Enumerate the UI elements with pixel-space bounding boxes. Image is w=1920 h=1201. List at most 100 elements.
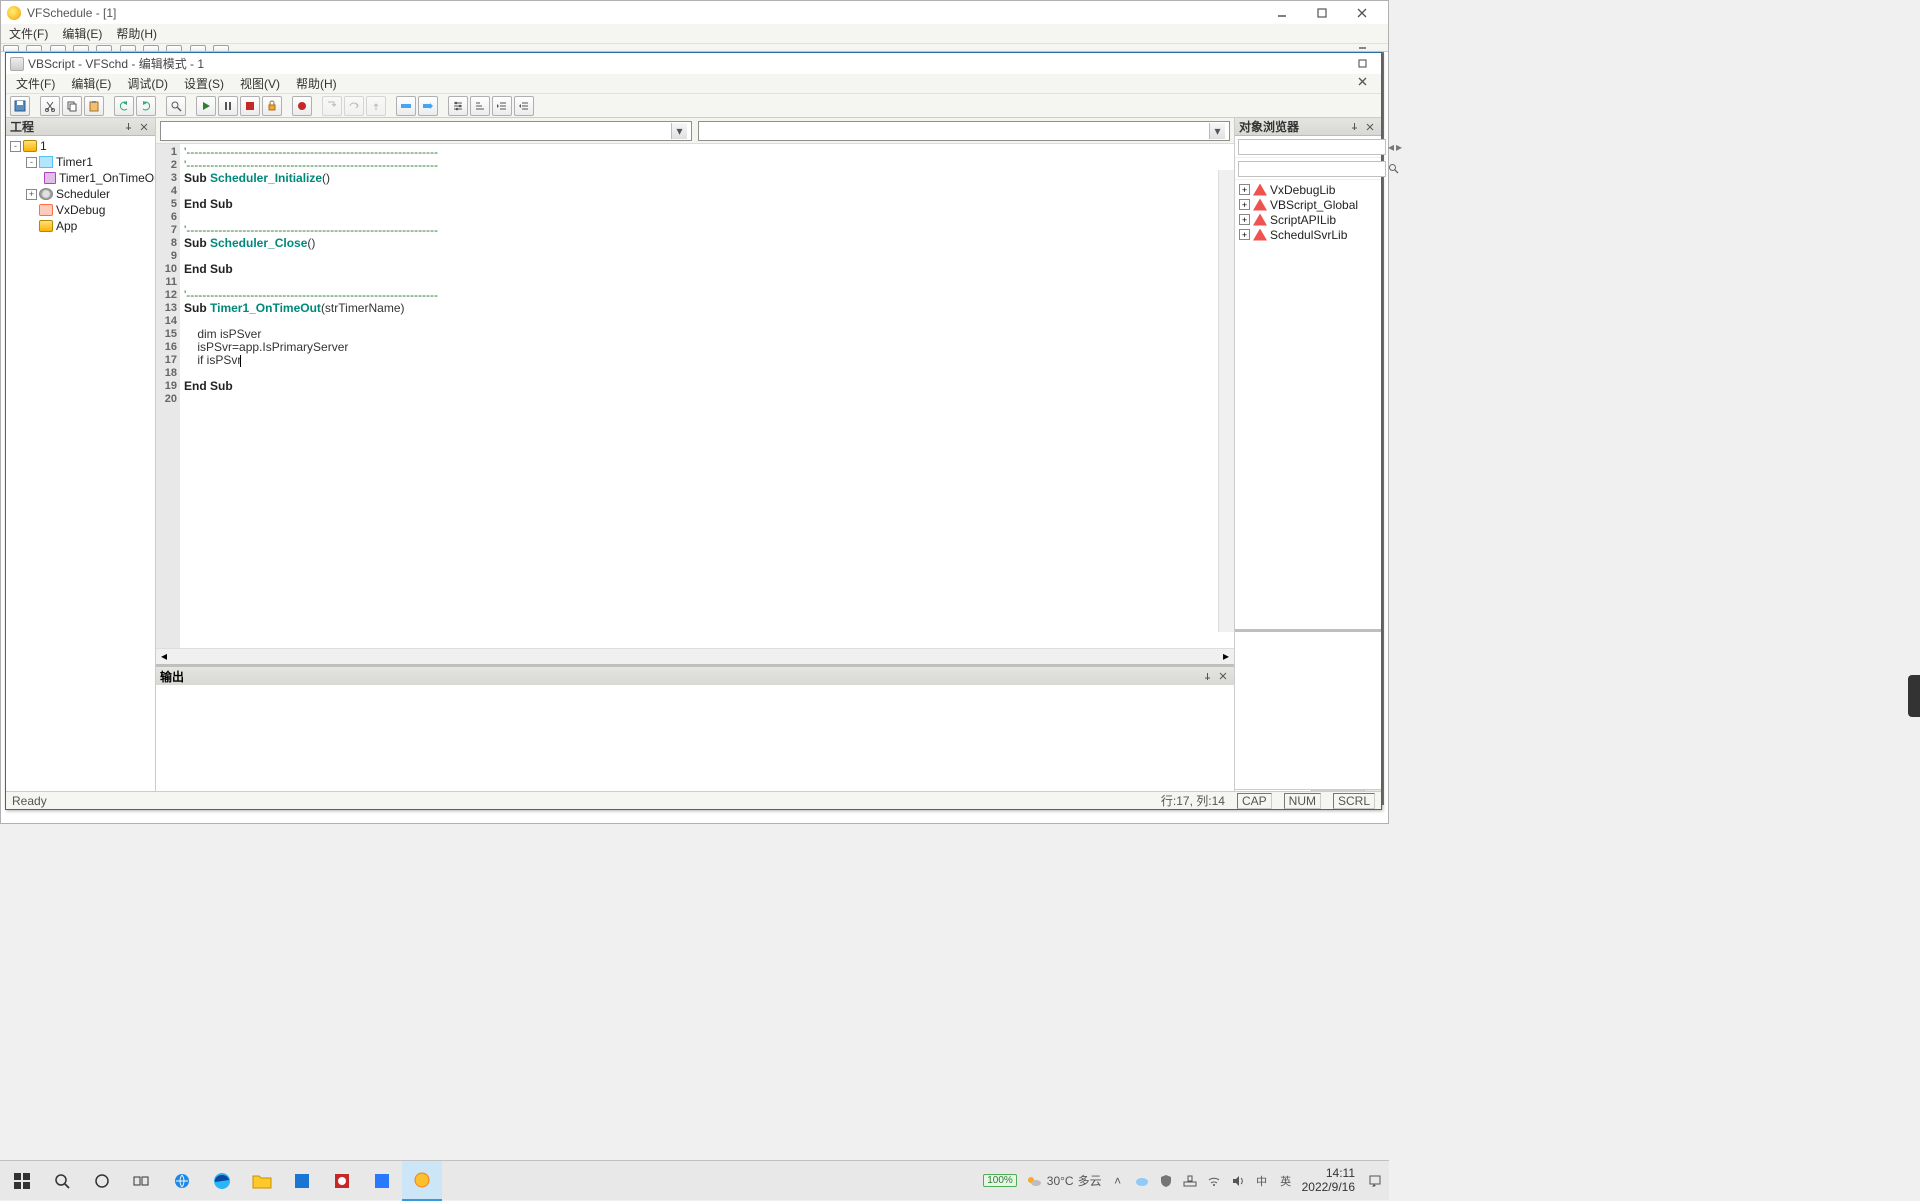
tray-shield-icon[interactable] (1158, 1173, 1174, 1189)
forward-icon[interactable]: ▸ (1396, 139, 1402, 155)
tool-options-icon[interactable] (448, 96, 468, 116)
back-icon[interactable]: ◂ (1388, 139, 1394, 155)
start-button[interactable] (2, 1161, 42, 1201)
tool-bookmark-icon[interactable] (396, 96, 416, 116)
tree-item[interactable]: -1 (6, 138, 155, 154)
taskview-button[interactable] (122, 1161, 162, 1201)
child-menu-file[interactable]: 文件(F) (8, 73, 63, 94)
child-menu-edit[interactable]: 编辑(E) (63, 73, 119, 94)
tool-undo-icon[interactable] (114, 96, 134, 116)
tree-item[interactable]: Timer1_OnTimeOut(s (6, 170, 155, 186)
scroll-left-icon[interactable]: ◂ (156, 649, 172, 664)
objbrowser-item[interactable]: +VBScript_Global (1237, 197, 1379, 212)
object-dropdown[interactable]: ▾ (160, 121, 692, 141)
objbrowser-filter-input[interactable] (1238, 161, 1386, 177)
outer-tool-8-icon[interactable] (166, 45, 182, 52)
tray-ime-mode[interactable]: 中 (1254, 1173, 1270, 1189)
objbrowser-item[interactable]: +ScriptAPILib (1237, 212, 1379, 227)
chevron-down-icon[interactable]: ▾ (1209, 123, 1225, 139)
child-menu-debug[interactable]: 调试(D) (119, 73, 176, 94)
taskbar-app1-icon[interactable] (282, 1161, 322, 1201)
editor-hscroll[interactable]: ◂ ▸ (156, 648, 1234, 664)
child-menu-view[interactable]: 视图(V) (232, 73, 288, 94)
tool-find-icon[interactable] (166, 96, 186, 116)
expand-icon[interactable]: + (1239, 214, 1250, 225)
editor-vscroll[interactable] (1218, 170, 1234, 632)
member-dropdown[interactable]: ▾ (698, 121, 1230, 141)
tool-sort-icon[interactable] (470, 96, 490, 116)
code-area[interactable]: '---------------------------------------… (180, 144, 1234, 648)
outer-close-button[interactable] (1342, 3, 1382, 23)
tool-paste-icon[interactable] (84, 96, 104, 116)
tool-copy-icon[interactable] (62, 96, 82, 116)
taskbar-explorer-icon[interactable] (242, 1161, 282, 1201)
tool-redo-icon[interactable] (136, 96, 156, 116)
output-pin-icon[interactable] (1200, 669, 1214, 683)
objbrowser-item[interactable]: +VxDebugLib (1237, 182, 1379, 197)
tool-outdent-icon[interactable] (514, 96, 534, 116)
outer-menu-help[interactable]: 帮助(H) (110, 23, 163, 44)
expand-icon[interactable]: + (1239, 199, 1250, 210)
outer-tool-save-icon[interactable] (50, 45, 66, 52)
objbrowser-tree[interactable]: +VxDebugLib+VBScript_Global+ScriptAPILib… (1235, 180, 1381, 629)
side-handle[interactable] (1908, 675, 1920, 717)
outer-tool-print-icon[interactable] (73, 45, 89, 52)
objbrowser-pin-icon[interactable] (1347, 120, 1361, 134)
tray-wifi-icon[interactable] (1206, 1173, 1222, 1189)
expand-icon[interactable]: + (1239, 184, 1250, 195)
expand-icon[interactable]: + (26, 189, 37, 200)
taskbar-edge-icon[interactable] (202, 1161, 242, 1201)
tree-item[interactable]: -Timer1 (6, 154, 155, 170)
child-minimize-button[interactable] (1347, 37, 1377, 55)
outer-tool-9-icon[interactable] (190, 45, 206, 52)
outer-tool-10-icon[interactable] (213, 45, 229, 52)
tray-ime-lang[interactable]: 英 (1278, 1173, 1294, 1189)
outer-maximize-button[interactable] (1302, 3, 1342, 23)
tree-item[interactable]: App (6, 218, 155, 234)
weather-widget[interactable]: 30°C 多云 (1025, 1172, 1102, 1189)
tool-nextbm-icon[interactable] (418, 96, 438, 116)
tray-network-icon[interactable] (1182, 1173, 1198, 1189)
cortana-button[interactable] (82, 1161, 122, 1201)
outer-tool-6-icon[interactable] (120, 45, 136, 52)
chevron-down-icon[interactable]: ▾ (671, 123, 687, 139)
tool-lock-icon[interactable] (262, 96, 282, 116)
taskbar-app2-icon[interactable] (322, 1161, 362, 1201)
taskbar-app3-icon[interactable] (362, 1161, 402, 1201)
outer-minimize-button[interactable] (1262, 3, 1302, 23)
child-menu-help[interactable]: 帮助(H) (288, 73, 345, 94)
tray-volume-icon[interactable] (1230, 1173, 1246, 1189)
tool-run-icon[interactable] (196, 96, 216, 116)
tool-breakpoint-icon[interactable] (292, 96, 312, 116)
outer-tool-5-icon[interactable] (96, 45, 112, 52)
taskbar-clock[interactable]: 14:11 2022/9/16 (1302, 1167, 1359, 1193)
tool-pause-icon[interactable] (218, 96, 238, 116)
child-menu-settings[interactable]: 设置(S) (176, 73, 232, 94)
tool-stop-icon[interactable] (240, 96, 260, 116)
child-close-button[interactable] (1347, 73, 1377, 91)
scroll-right-icon[interactable]: ▸ (1218, 649, 1234, 664)
project-pin-icon[interactable] (121, 120, 135, 134)
code-editor[interactable]: 1234567891011121314151617181920 '-------… (156, 144, 1234, 648)
child-maximize-button[interactable] (1347, 55, 1377, 73)
output-close-icon[interactable] (1216, 669, 1230, 683)
battery-indicator[interactable]: 100% (983, 1174, 1017, 1187)
search-icon[interactable] (1388, 161, 1399, 177)
taskbar-vfschedule-icon[interactable] (402, 1161, 442, 1201)
expand-icon[interactable]: + (1239, 229, 1250, 240)
tool-indent-icon[interactable] (492, 96, 512, 116)
tree-item[interactable]: VxDebug (6, 202, 155, 218)
project-close-icon[interactable] (137, 120, 151, 134)
tool-stepover-icon[interactable] (344, 96, 364, 116)
outer-menu-file[interactable]: 文件(F) (3, 23, 54, 44)
tray-onedrive-icon[interactable] (1134, 1173, 1150, 1189)
objbrowser-close-icon[interactable] (1363, 120, 1377, 134)
tree-item[interactable]: +Scheduler (6, 186, 155, 202)
outer-tool-open-icon[interactable] (26, 45, 42, 52)
objbrowser-search-input[interactable] (1238, 139, 1386, 155)
taskbar-ie-icon[interactable] (162, 1161, 202, 1201)
collapse-icon[interactable]: - (26, 157, 37, 168)
collapse-icon[interactable]: - (10, 141, 21, 152)
outer-tool-new-icon[interactable] (3, 45, 19, 52)
tool-cut-icon[interactable] (40, 96, 60, 116)
